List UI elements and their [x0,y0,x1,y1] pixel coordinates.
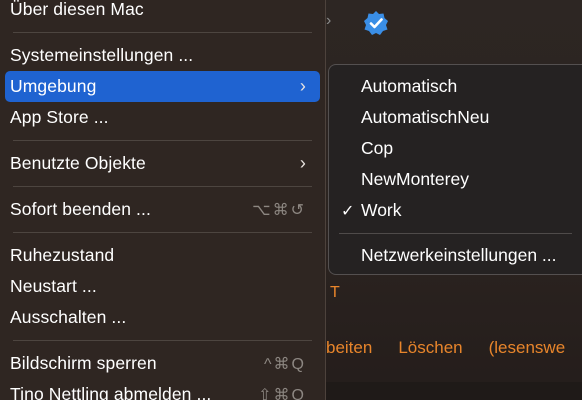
menu-item-lock-screen[interactable]: Bildschirm sperren ^⌘Q [5,348,320,379]
menu-item-sleep[interactable]: Ruhezustand [5,240,320,271]
menu-item-system-settings[interactable]: Systemeinstellungen ... [5,40,320,71]
submenu-item-label: Work [361,200,402,220]
menu-separator [13,140,312,141]
toolbar-edit-link[interactable]: beiten [326,338,372,368]
menu-separator [13,232,312,233]
menu-item-log-out[interactable]: Tino Nettling abmelden ... ⇧⌘Q [5,379,320,400]
menu-item-location[interactable]: Umgebung › [5,71,320,102]
submenu-item-label: Netzwerkeinstellungen ... [361,245,557,265]
menu-item-restart[interactable]: Neustart ... [5,271,320,302]
submenu-item-label: Automatisch [361,76,458,96]
checkmark-icon: ✓ [341,203,355,220]
background-toolbar: beiten Löschen (lesenswe [326,338,565,368]
keyboard-shortcut: ⇧⌘Q [258,386,306,400]
menu-item-label: Benutzte Objekte [10,153,146,173]
menu-item-label: App Store ... [10,107,109,127]
menu-item-shut-down[interactable]: Ausschalten ... [5,302,320,333]
submenu-item-automatischneu[interactable]: AutomatischNeu [329,102,582,133]
menu-item-app-store[interactable]: App Store ... [5,102,320,133]
menu-item-force-quit[interactable]: Sofort beenden ... ⌥⌘↺ [5,194,320,225]
keyboard-shortcut: ^⌘Q [264,355,306,373]
submenu-item-label: AutomatischNeu [361,107,490,127]
menu-item-label: Neustart ... [10,276,97,296]
submenu-item-network-settings[interactable]: Netzwerkeinstellungen ... [329,240,582,271]
menu-separator [13,186,312,187]
menu-item-label: Sofort beenden ... [10,199,151,219]
menu-item-label: Ruhezustand [10,245,115,265]
menu-item-about[interactable]: Über diesen Mac [5,0,320,25]
menu-item-label: Bildschirm sperren [10,353,157,373]
chevron-right-icon: › [299,153,306,173]
menu-item-label: Über diesen Mac [10,0,144,19]
apple-menu: Über diesen Mac Systemeinstellungen ... … [0,0,326,400]
background-bottom-strip [326,382,582,400]
location-submenu: Automatisch AutomatischNeu Cop NewMonter… [328,64,582,275]
menu-item-label: Ausschalten ... [10,307,127,327]
chevron-right-icon: › [299,76,306,96]
submenu-item-cop[interactable]: Cop [329,133,582,164]
submenu-item-label: Cop [361,138,394,158]
menu-item-label: Tino Nettling abmelden ... [10,384,212,400]
menu-item-recent-items[interactable]: Benutzte Objekte › [5,148,320,179]
menu-separator [339,233,572,234]
toolbar-glyph-icon: › [326,12,332,29]
background-orange-text: T [330,284,340,301]
submenu-item-label: NewMonterey [361,169,469,189]
toolbar-delete-link[interactable]: Löschen [398,338,462,368]
menu-item-label: Systemeinstellungen ... [10,45,194,65]
verified-badge-icon [364,11,388,35]
submenu-item-work[interactable]: ✓ Work [329,195,582,226]
keyboard-shortcut: ⌥⌘↺ [252,201,306,219]
menu-separator [13,340,312,341]
menu-separator [13,32,312,33]
submenu-item-newmonterey[interactable]: NewMonterey [329,164,582,195]
submenu-item-automatisch[interactable]: Automatisch [329,71,582,102]
menu-item-label: Umgebung [10,76,97,96]
toolbar-worth-reading-link[interactable]: (lesenswe [489,338,566,368]
